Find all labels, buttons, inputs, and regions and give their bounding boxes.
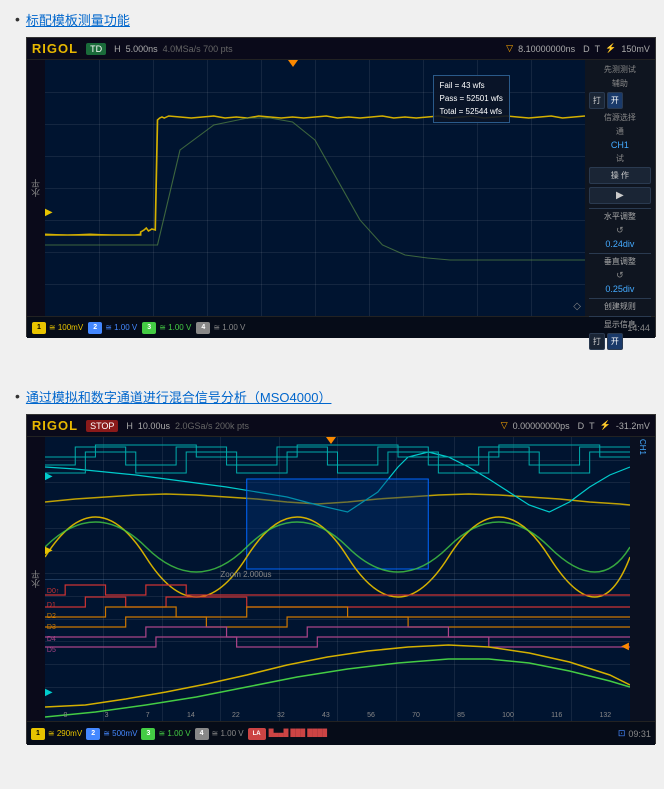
section1-link[interactable]: 标配模板测量功能 xyxy=(26,10,656,29)
osc2-screen: ▶ ▶ Zoom 2.000us xyxy=(45,437,630,721)
osc1-corner-icon: ◇ xyxy=(573,301,581,312)
section2-container: • 通过模拟和数字通道进行混合信号分析（MSO4000） RIGOL STOP … xyxy=(15,387,649,764)
osc1-screen: ▶ Fail = 43 wfs Pass = 52501 wfs Total =… xyxy=(45,60,585,316)
rigol-logo1: RIGOL xyxy=(32,41,78,56)
osc1-right-panel: 先测测试 辅助 打 开 信源选择 通 CH1 试 操 作 ▶ 水平调整 ↺ 0.… xyxy=(585,60,655,316)
osc2-orange-marker: ◀ xyxy=(621,641,629,652)
d5-label: D5 xyxy=(47,647,56,655)
d3-label: D3 xyxy=(47,624,56,632)
ch3-footer: 3 ≅ 1.00 V xyxy=(142,322,191,334)
osc2-ch2-footer: 2 ≅ 500mV xyxy=(86,728,137,740)
osc2-digital-channels xyxy=(45,437,630,721)
osc2-header: RIGOL STOP H 10.00us 2.0GSa/s 200k pts ▽… xyxy=(27,415,655,437)
oscilloscope1: RIGOL TD H 5.000ns 4.0MSa/s 700 pts ▽ 8.… xyxy=(26,37,656,337)
d1-label: D1 xyxy=(47,602,56,610)
section2-link[interactable]: 通过模拟和数字通道进行混合信号分析（MSO4000） xyxy=(26,387,656,406)
osc1-header: RIGOL TD H 5.000ns 4.0MSa/s 700 pts ▽ 8.… xyxy=(27,38,655,60)
osc2-mode-badge: STOP xyxy=(86,420,118,432)
osc2-la-footer: LA █▄▄█ ███ ████ xyxy=(248,728,327,740)
d2-label: D2 xyxy=(47,613,56,621)
trigger-marker-top xyxy=(288,60,298,67)
osc1-time: 14:44 xyxy=(627,323,650,333)
ch4-footer: 4 ≅ 1.00 V xyxy=(196,322,245,334)
osc2-left-label: 水平 xyxy=(27,437,45,721)
osc2-ch3-footer: 3 ≅ 1.00 V xyxy=(141,728,190,740)
x-axis-labels: 0 3 7 14 22 32 43 56 70 85 100 116 132 xyxy=(45,712,630,719)
ch2-footer: 2 ≅ 1.00 V xyxy=(88,322,137,334)
osc2-cyan-marker-bottom: ▶ xyxy=(45,687,53,698)
osc2-footer: 1 ≅ 290mV 2 ≅ 500mV 3 ≅ 1.00 V 4 ≅ 1.00 … xyxy=(27,721,655,745)
osc1-mode-badge: TD xyxy=(86,43,106,55)
osc2-trigger-marker xyxy=(326,437,336,444)
ch1-marker: ▶ xyxy=(45,208,53,218)
rigol-logo2: RIGOL xyxy=(32,418,78,433)
osc2-body: 水平 xyxy=(27,437,655,721)
d0-label: D0↑ xyxy=(47,588,59,596)
osc1-footer: 1 ≅ 100mV 2 ≅ 1.00 V 3 ≅ 1.00 V 4 ≅ 1.00… xyxy=(27,316,655,338)
osc2-ch1-footer: 1 ≅ 290mV xyxy=(31,728,82,740)
osc1-header-info: H 5.000ns 4.0MSa/s 700 pts xyxy=(114,44,233,54)
d4-label: D4 xyxy=(47,636,56,644)
section1-container: • 标配模板测量功能 RIGOL TD H 5.000ns 4.0MSa/s 7… xyxy=(15,10,649,357)
osc2-ch4-footer: 4 ≅ 1.00 V xyxy=(195,728,244,740)
ch1-footer: 1 ≅ 100mV xyxy=(32,322,83,334)
osc1-body: 水平 xyxy=(27,60,655,316)
bullet1: • xyxy=(15,10,20,30)
osc2-time: ⊡ 09:31 xyxy=(618,728,651,739)
osc1-tooltip: Fail = 43 wfs Pass = 52501 wfs Total = 5… xyxy=(433,75,510,123)
bullet2: • xyxy=(15,387,20,407)
oscilloscope2: RIGOL STOP H 10.00us 2.0GSa/s 200k pts ▽… xyxy=(26,414,656,744)
osc1-left-label: 水平 xyxy=(27,60,45,316)
osc2-right-panel: CH1 xyxy=(630,437,655,721)
